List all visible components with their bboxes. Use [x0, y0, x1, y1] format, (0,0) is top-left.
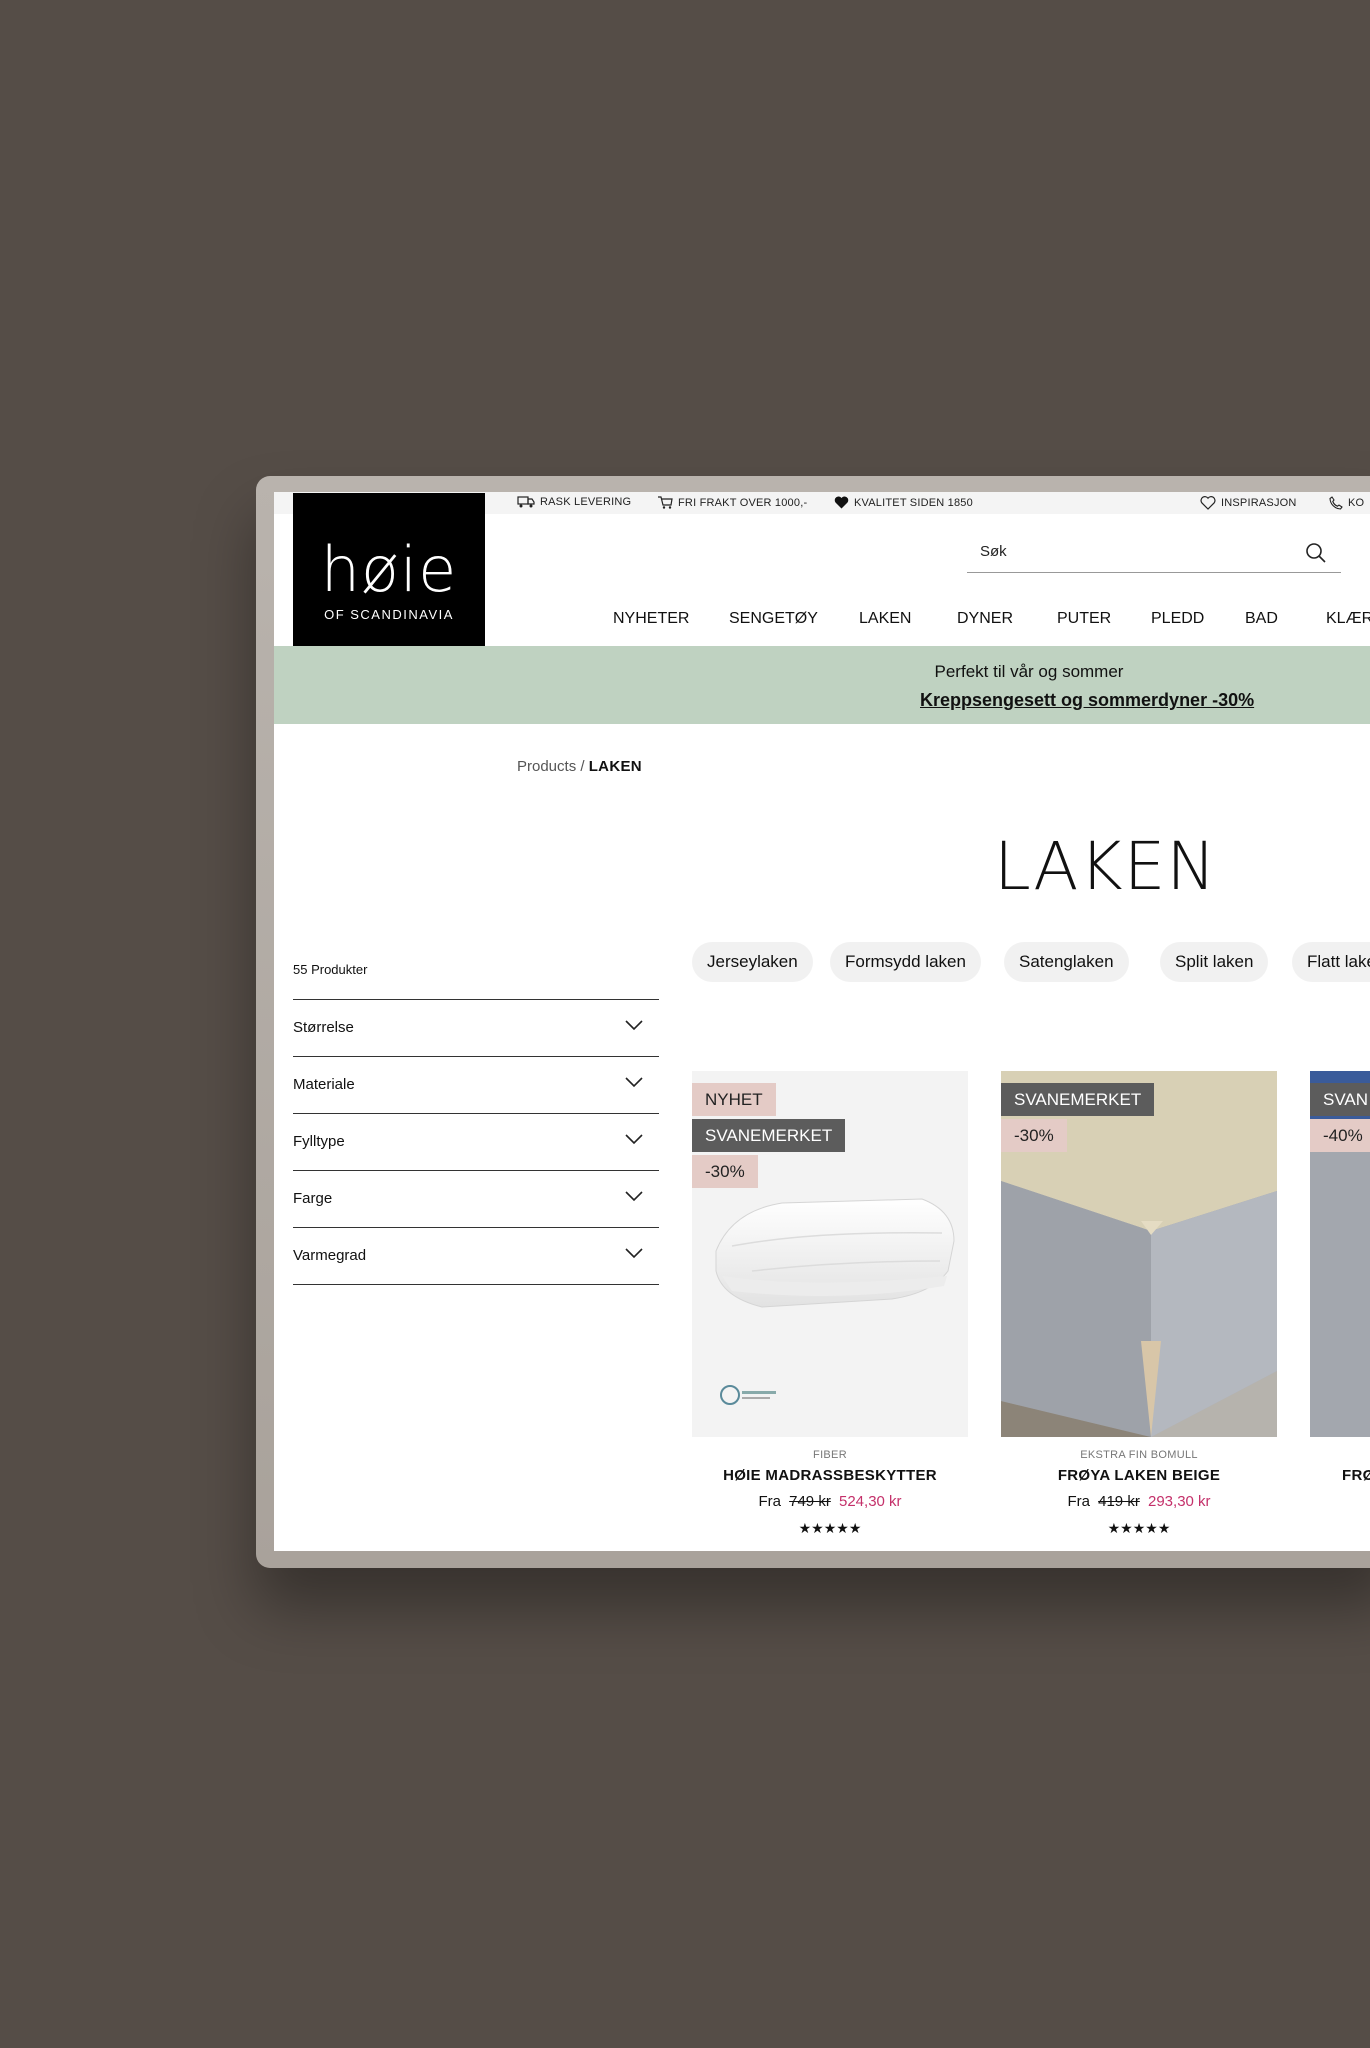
badge-svanemerket: SVANEMERKET	[692, 1119, 846, 1152]
product-price: Fra 419 kr 293,30 kr	[1001, 1493, 1277, 1510]
filter-material[interactable]: Materiale	[293, 1056, 659, 1113]
old-price: 749 kr	[789, 1493, 831, 1510]
inspiration-link[interactable]: INSPIRASJON	[1200, 496, 1297, 510]
chip-split-laken[interactable]: Split laken	[1160, 942, 1269, 982]
contact-label: KO	[1348, 497, 1365, 509]
product-info: . FRØ	[1310, 1449, 1370, 1484]
sale-price: 293,30 kr	[1148, 1493, 1211, 1510]
browser-viewport: RASK LEVERING FRI FRAKT OVER 1000,- KVAL…	[274, 492, 1370, 1551]
badge-discount: -40%	[1310, 1119, 1370, 1152]
filter-color[interactable]: Farge	[293, 1170, 659, 1227]
rating-stars: ★★★★★	[798, 1520, 862, 1536]
page-title: LAKEN	[994, 828, 1217, 905]
breadcrumb-current: LAKEN	[588, 758, 642, 775]
truck-icon	[517, 496, 535, 508]
filter-filltype[interactable]: Fylltype	[293, 1113, 659, 1170]
promo-link[interactable]: Kreppsengesett og sommerdyner -30%	[920, 690, 1254, 711]
old-price: 419 kr	[1098, 1493, 1140, 1510]
product-image[interactable]: SVANEMERKET -30%	[1001, 1071, 1277, 1437]
filter-label: Farge	[293, 1190, 333, 1207]
chevron-down-icon	[625, 1077, 643, 1088]
chip-formsydd-laken[interactable]: Formsydd laken	[830, 942, 981, 982]
chevron-down-icon	[625, 1248, 643, 1259]
search-bar	[967, 536, 1341, 573]
product-info: EKSTRA FIN BOMULL FRØYA LAKEN BEIGE Fra …	[1001, 1449, 1277, 1537]
chip-jerseylaken[interactable]: Jerseylaken	[692, 942, 813, 982]
product-name[interactable]: FRØ	[1342, 1467, 1370, 1484]
nav-item-pledd[interactable]: PLEDD	[1151, 610, 1204, 628]
heart-icon	[834, 496, 849, 509]
product-category: EKSTRA FIN BOMULL	[1080, 1449, 1198, 1461]
inspiration-label: INSPIRASJON	[1221, 497, 1297, 509]
breadcrumb-parent[interactable]: Products	[517, 758, 576, 775]
delivery-info: RASK LEVERING	[517, 496, 631, 508]
product-card[interactable]: SVAN -40% . FRØ	[1310, 1071, 1370, 1484]
filter-label: Materiale	[293, 1076, 355, 1093]
chevron-down-icon	[625, 1191, 643, 1202]
filter-label: Fylltype	[293, 1133, 345, 1150]
chip-flatt-laken[interactable]: Flatt laken	[1292, 942, 1370, 982]
product-image[interactable]: SVAN -40%	[1310, 1071, 1370, 1437]
chevron-down-icon	[625, 1134, 643, 1145]
product-card[interactable]: NYHET SVANEMERKET -30% FIBER HØIE MADRAS…	[692, 1071, 968, 1537]
quality-label: KVALITET SIDEN 1850	[854, 496, 973, 509]
shipping-label: FRI FRAKT OVER 1000,-	[678, 496, 808, 509]
nav-item-bad[interactable]: BAD	[1245, 610, 1278, 628]
badge-discount: -30%	[1001, 1119, 1067, 1152]
phone-icon	[1329, 496, 1343, 510]
cart-icon	[658, 496, 673, 509]
product-image[interactable]: NYHET SVANEMERKET -30%	[692, 1071, 968, 1437]
filter-label: Varmegrad	[293, 1247, 367, 1264]
badge-svanemerket: SVANEMERKET	[1001, 1083, 1155, 1116]
product-category: FIBER	[813, 1449, 847, 1461]
filter-size[interactable]: Størrelse	[293, 999, 659, 1056]
promo-text: Perfekt til vår og sommer	[934, 662, 1124, 681]
nav-item-klaer[interactable]: KLÆR	[1326, 610, 1370, 628]
nav-item-sengetoy[interactable]: SENGETØY	[729, 610, 818, 628]
breadcrumb-separator: /	[580, 758, 585, 775]
price-from: Fra	[758, 1493, 781, 1510]
shipping-info: FRI FRAKT OVER 1000,-	[657, 496, 807, 509]
search-input[interactable]	[967, 536, 1323, 566]
product-name[interactable]: FRØYA LAKEN BEIGE	[1001, 1467, 1277, 1484]
badge-svanemerket: SVAN	[1310, 1083, 1370, 1116]
product-card[interactable]: SVANEMERKET -30% EKSTRA FIN BOMULL FRØYA…	[1001, 1071, 1277, 1537]
product-name[interactable]: HØIE MADRASSBESKYTTER	[692, 1467, 968, 1484]
nav-item-nyheter[interactable]: NYHETER	[613, 610, 689, 628]
product-count: 55 Produkter	[293, 962, 368, 977]
product-info: FIBER HØIE MADRASSBESKYTTER Fra 749 kr 5…	[692, 1449, 968, 1537]
delivery-label: RASK LEVERING	[540, 496, 632, 508]
nav-item-laken[interactable]: LAKEN	[859, 610, 911, 628]
main-nav: NYHETER SENGETØY LAKEN DYNER PUTER PLEDD…	[274, 610, 1370, 630]
filter-label: Størrelse	[293, 1019, 354, 1036]
sale-price: 524,30 kr	[839, 1493, 902, 1510]
promo-banner: Perfekt til vår og sommer Kreppsengesett…	[274, 646, 1370, 724]
search-icon[interactable]	[1305, 542, 1327, 564]
rating-stars: ★★★★★	[1107, 1520, 1171, 1536]
price-from: Fra	[1067, 1493, 1090, 1510]
contact-link[interactable]: KO	[1329, 496, 1364, 510]
nav-item-dyner[interactable]: DYNER	[957, 610, 1013, 628]
nav-item-puter[interactable]: PUTER	[1057, 610, 1111, 628]
chip-satenglaken[interactable]: Satenglaken	[1004, 942, 1129, 982]
filter-panel: Størrelse Materiale Fylltype Farge Varme…	[293, 999, 659, 1285]
logo-wordmark: høie	[320, 533, 458, 606]
filter-warmth[interactable]: Varmegrad	[293, 1227, 659, 1285]
breadcrumb: Products / LAKEN	[517, 758, 642, 775]
badge-discount: -30%	[692, 1155, 758, 1188]
badge-new: NYHET	[692, 1083, 776, 1116]
product-price: Fra 749 kr 524,30 kr	[692, 1493, 968, 1510]
chevron-down-icon	[625, 1020, 643, 1031]
promo-line-wrapper: Perfekt til vår og sommer	[274, 662, 1362, 682]
quality-info: KVALITET SIDEN 1850	[834, 496, 973, 509]
heart-outline-icon	[1200, 496, 1216, 510]
